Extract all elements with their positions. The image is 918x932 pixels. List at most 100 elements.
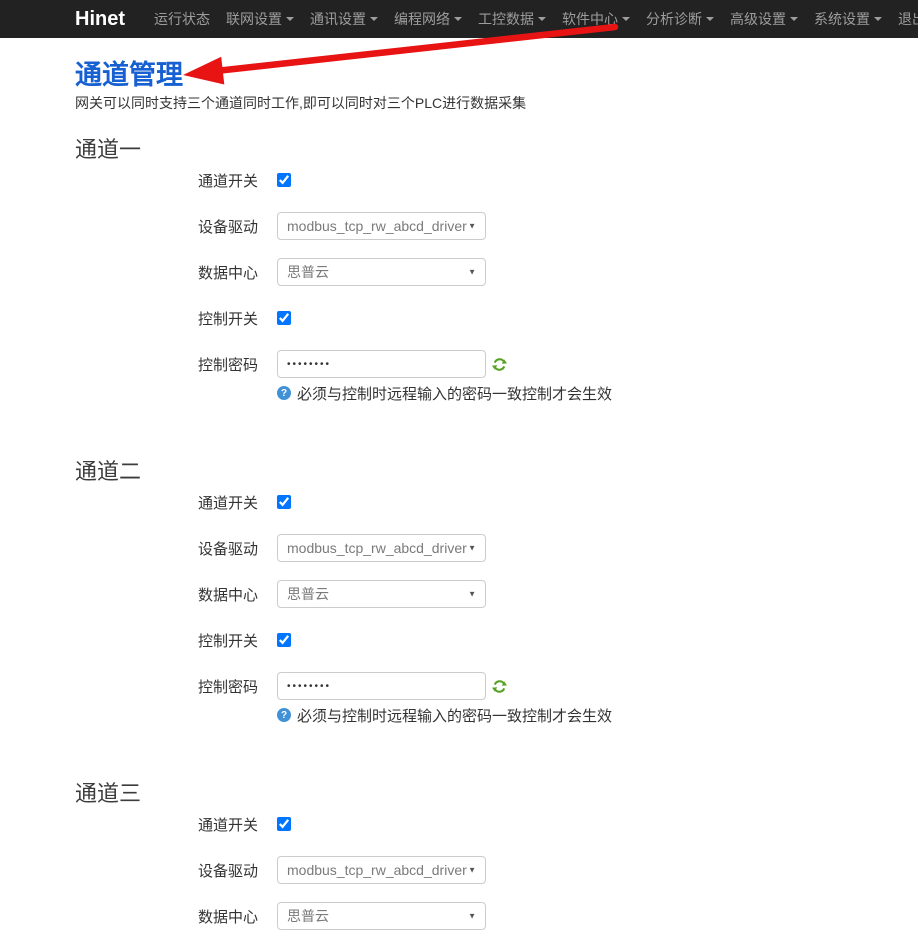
- channel-one-section: 通道一 通道开关 设备驱动 modbus_tcp_rw_abcd_driver …: [75, 138, 918, 403]
- select-caret-icon: ▼: [468, 912, 476, 921]
- top-navbar: Hinet 运行状态 联网设置 通讯设置 编程网络 工控数据 软件中心 分析诊断…: [0, 0, 918, 38]
- chevron-down-icon: [538, 17, 546, 21]
- nav-item-system-settings[interactable]: 系统设置: [806, 0, 890, 38]
- password-help-line: ? 必须与控制时远程输入的密码一致控制才会生效: [277, 383, 918, 403]
- control-switch-row: 控制开关: [75, 626, 918, 654]
- control-password-row: 控制密码: [75, 672, 918, 700]
- nav-item-label: 退出: [898, 9, 918, 29]
- nav-item-software-center[interactable]: 软件中心: [554, 0, 638, 38]
- device-driver-value: modbus_tcp_rw_abcd_driver: [287, 862, 467, 878]
- brand-logo[interactable]: Hinet: [75, 0, 125, 38]
- nav-item-advanced-settings[interactable]: 高级设置: [722, 0, 806, 38]
- control-password-label: 控制密码: [75, 676, 258, 697]
- channel-switch-row: 通道开关: [75, 166, 918, 194]
- chevron-down-icon: [790, 17, 798, 21]
- nav-item-label: 运行状态: [154, 9, 210, 29]
- data-center-label: 数据中心: [75, 262, 258, 283]
- control-switch-label: 控制开关: [75, 308, 258, 329]
- question-mark-icon: ?: [277, 386, 291, 400]
- control-password-input[interactable]: [277, 350, 486, 378]
- channel-three-section: 通道三 通道开关 设备驱动 modbus_tcp_rw_abcd_driver …: [75, 782, 918, 930]
- channel-two-section: 通道二 通道开关 设备驱动 modbus_tcp_rw_abcd_driver …: [75, 460, 918, 725]
- data-center-value: 思普云: [287, 584, 329, 604]
- nav-item-analysis-diagnosis[interactable]: 分析诊断: [638, 0, 722, 38]
- chevron-down-icon: [370, 17, 378, 21]
- channel-section-title: 通道三: [75, 782, 918, 806]
- data-center-row: 数据中心 思普云 ▼: [75, 902, 918, 930]
- chevron-down-icon: [286, 17, 294, 21]
- data-center-label: 数据中心: [75, 906, 258, 927]
- channel-switch-label: 通道开关: [75, 492, 258, 513]
- nav-item-logout[interactable]: 退出: [890, 0, 918, 38]
- nav-item-label: 分析诊断: [646, 9, 702, 29]
- data-center-select[interactable]: 思普云 ▼: [277, 258, 486, 286]
- nav-item-label: 软件中心: [562, 9, 618, 29]
- control-switch-checkbox[interactable]: [277, 311, 291, 325]
- control-password-input[interactable]: [277, 672, 486, 700]
- control-switch-row: 控制开关: [75, 304, 918, 332]
- nav-item-label: 联网设置: [226, 9, 282, 29]
- channel-switch-checkbox[interactable]: [277, 495, 291, 509]
- data-center-select[interactable]: 思普云 ▼: [277, 902, 486, 930]
- channel-switch-row: 通道开关: [75, 488, 918, 516]
- nav-item-comm-settings[interactable]: 通讯设置: [302, 0, 386, 38]
- nav-item-label: 工控数据: [478, 9, 534, 29]
- device-driver-label: 设备驱动: [75, 538, 258, 559]
- nav-item-label: 通讯设置: [310, 9, 366, 29]
- device-driver-row: 设备驱动 modbus_tcp_rw_abcd_driver ▼: [75, 534, 918, 562]
- device-driver-label: 设备驱动: [75, 216, 258, 237]
- page-subtitle: 网关可以同时支持三个通道同时工作,即可以同时对三个PLC进行数据采集: [75, 94, 918, 112]
- chevron-down-icon: [874, 17, 882, 21]
- device-driver-select[interactable]: modbus_tcp_rw_abcd_driver ▼: [277, 212, 486, 240]
- page-content: 通道管理 网关可以同时支持三个通道同时工作,即可以同时对三个PLC进行数据采集 …: [0, 60, 918, 930]
- nav-item-label: 高级设置: [730, 9, 786, 29]
- refresh-icon[interactable]: [492, 357, 507, 372]
- nav-item-run-status[interactable]: 运行状态: [146, 0, 218, 38]
- data-center-row: 数据中心 思普云 ▼: [75, 258, 918, 286]
- select-caret-icon: ▼: [468, 268, 476, 277]
- data-center-value: 思普云: [287, 262, 329, 282]
- nav-item-label: 编程网络: [394, 9, 450, 29]
- main-menu: 运行状态 联网设置 通讯设置 编程网络 工控数据 软件中心 分析诊断 高级设置 …: [146, 0, 918, 38]
- page-title: 通道管理: [75, 60, 918, 90]
- channel-section-title: 通道一: [75, 138, 918, 162]
- refresh-icon[interactable]: [492, 679, 507, 694]
- channel-switch-label: 通道开关: [75, 170, 258, 191]
- channel-switch-label: 通道开关: [75, 814, 258, 835]
- channel-switch-checkbox[interactable]: [277, 817, 291, 831]
- nav-item-network-settings[interactable]: 联网设置: [218, 0, 302, 38]
- device-driver-value: modbus_tcp_rw_abcd_driver: [287, 540, 467, 556]
- control-password-row: 控制密码: [75, 350, 918, 378]
- chevron-down-icon: [454, 17, 462, 21]
- select-caret-icon: ▼: [468, 222, 476, 231]
- nav-item-industrial-data[interactable]: 工控数据: [470, 0, 554, 38]
- select-caret-icon: ▼: [468, 866, 476, 875]
- select-caret-icon: ▼: [468, 544, 476, 553]
- nav-item-programming-network[interactable]: 编程网络: [386, 0, 470, 38]
- channel-section-title: 通道二: [75, 460, 918, 484]
- password-help-text: 必须与控制时远程输入的密码一致控制才会生效: [297, 705, 612, 726]
- chevron-down-icon: [622, 17, 630, 21]
- select-caret-icon: ▼: [468, 590, 476, 599]
- device-driver-value: modbus_tcp_rw_abcd_driver: [287, 218, 467, 234]
- question-mark-icon: ?: [277, 708, 291, 722]
- data-center-select[interactable]: 思普云 ▼: [277, 580, 486, 608]
- chevron-down-icon: [706, 17, 714, 21]
- data-center-value: 思普云: [287, 906, 329, 926]
- control-switch-label: 控制开关: [75, 630, 258, 651]
- device-driver-label: 设备驱动: [75, 860, 258, 881]
- password-help-text: 必须与控制时远程输入的密码一致控制才会生效: [297, 383, 612, 404]
- nav-item-label: 系统设置: [814, 9, 870, 29]
- password-help-line: ? 必须与控制时远程输入的密码一致控制才会生效: [277, 705, 918, 725]
- control-switch-checkbox[interactable]: [277, 633, 291, 647]
- control-password-label: 控制密码: [75, 354, 258, 375]
- device-driver-select[interactable]: modbus_tcp_rw_abcd_driver ▼: [277, 856, 486, 884]
- channel-switch-row: 通道开关: [75, 810, 918, 838]
- data-center-label: 数据中心: [75, 584, 258, 605]
- data-center-row: 数据中心 思普云 ▼: [75, 580, 918, 608]
- device-driver-select[interactable]: modbus_tcp_rw_abcd_driver ▼: [277, 534, 486, 562]
- channel-switch-checkbox[interactable]: [277, 173, 291, 187]
- device-driver-row: 设备驱动 modbus_tcp_rw_abcd_driver ▼: [75, 856, 918, 884]
- channel-management-page: Hinet 运行状态 联网设置 通讯设置 编程网络 工控数据 软件中心 分析诊断…: [0, 0, 918, 932]
- device-driver-row: 设备驱动 modbus_tcp_rw_abcd_driver ▼: [75, 212, 918, 240]
